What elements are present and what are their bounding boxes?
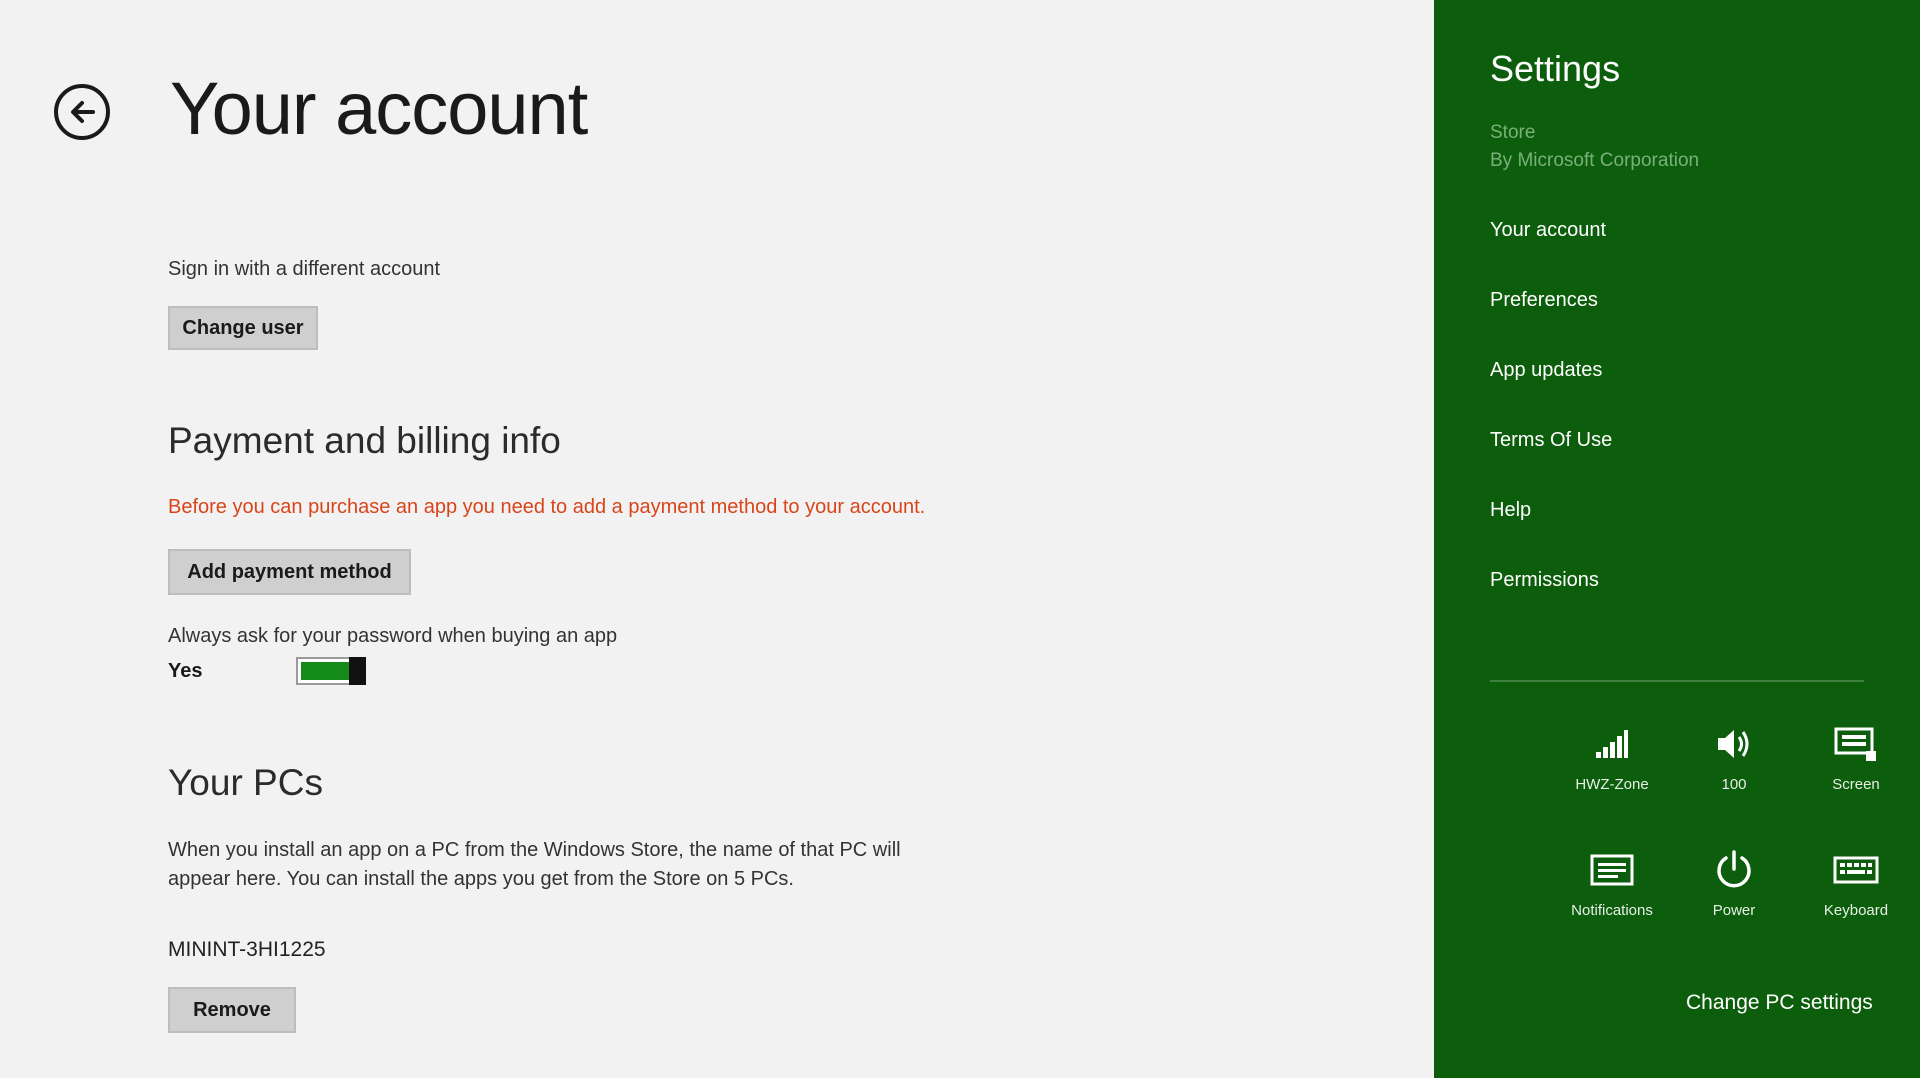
add-payment-method-button[interactable]: Add payment method (168, 549, 411, 595)
screen-tile[interactable]: Screen (1796, 720, 1916, 820)
menu-item-app-updates[interactable]: App updates (1490, 359, 1602, 382)
menu-item-terms-of-use[interactable]: Terms Of Use (1490, 429, 1612, 452)
keyboard-tile[interactable]: Keyboard (1796, 846, 1916, 946)
app-name: Store (1490, 122, 1536, 143)
power-tile[interactable]: Power (1674, 846, 1794, 946)
password-toggle-switch[interactable] (296, 657, 366, 685)
remove-pc-button[interactable]: Remove (168, 987, 296, 1033)
payment-warning: Before you can purchase an app you need … (168, 496, 926, 518)
change-user-button[interactable]: Change user (168, 306, 318, 350)
menu-item-permissions[interactable]: Permissions (1490, 569, 1599, 592)
password-setting-label: Always ask for your password when buying… (168, 625, 618, 647)
back-button[interactable] (54, 84, 110, 140)
network-label: HWZ-Zone (1575, 776, 1649, 793)
screen-label: Screen (1832, 776, 1880, 793)
charm-divider (1490, 680, 1864, 682)
settings-title: Settings (1490, 48, 1621, 89)
payment-heading: Payment and billing info (168, 420, 561, 461)
power-icon (1717, 850, 1751, 888)
back-arrow-icon (71, 101, 95, 123)
network-tile[interactable]: HWZ-Zone (1552, 720, 1672, 820)
network-signal-icon (1596, 730, 1628, 758)
screen-brightness-icon (1834, 727, 1876, 761)
change-pc-settings-link[interactable]: Change PC settings (1686, 991, 1873, 1015)
password-toggle-value: Yes (168, 660, 203, 682)
keyboard-label: Keyboard (1823, 902, 1889, 919)
main-content: Your account Sign in with a different ac… (0, 0, 1434, 1078)
toggle-thumb[interactable] (349, 657, 366, 685)
pcs-description: When you install an app on a PC from the… (168, 839, 901, 890)
settings-charm-pane: Settings Store By Microsoft Corporation … (1434, 0, 1920, 1078)
volume-icon (1718, 730, 1749, 758)
volume-tile[interactable]: 100 (1674, 720, 1794, 820)
notifications-icon (1590, 854, 1634, 886)
toggle-fill (301, 662, 349, 680)
menu-item-your-account[interactable]: Your account (1490, 219, 1606, 242)
menu-item-help[interactable]: Help (1490, 499, 1531, 522)
app-publisher: By Microsoft Corporation (1490, 150, 1700, 171)
pc-name: MININT-3HI1225 (168, 938, 326, 961)
notifications-label: Notifications (1571, 902, 1653, 919)
notifications-tile[interactable]: Notifications (1552, 846, 1672, 946)
signin-label: Sign in with a different account (168, 258, 441, 280)
keyboard-icon (1833, 856, 1879, 884)
page-title: Your account (170, 67, 588, 150)
pcs-heading: Your PCs (168, 762, 323, 803)
menu-item-preferences[interactable]: Preferences (1490, 289, 1598, 312)
power-label: Power (1712, 902, 1756, 919)
volume-label: 100 (1721, 776, 1747, 793)
